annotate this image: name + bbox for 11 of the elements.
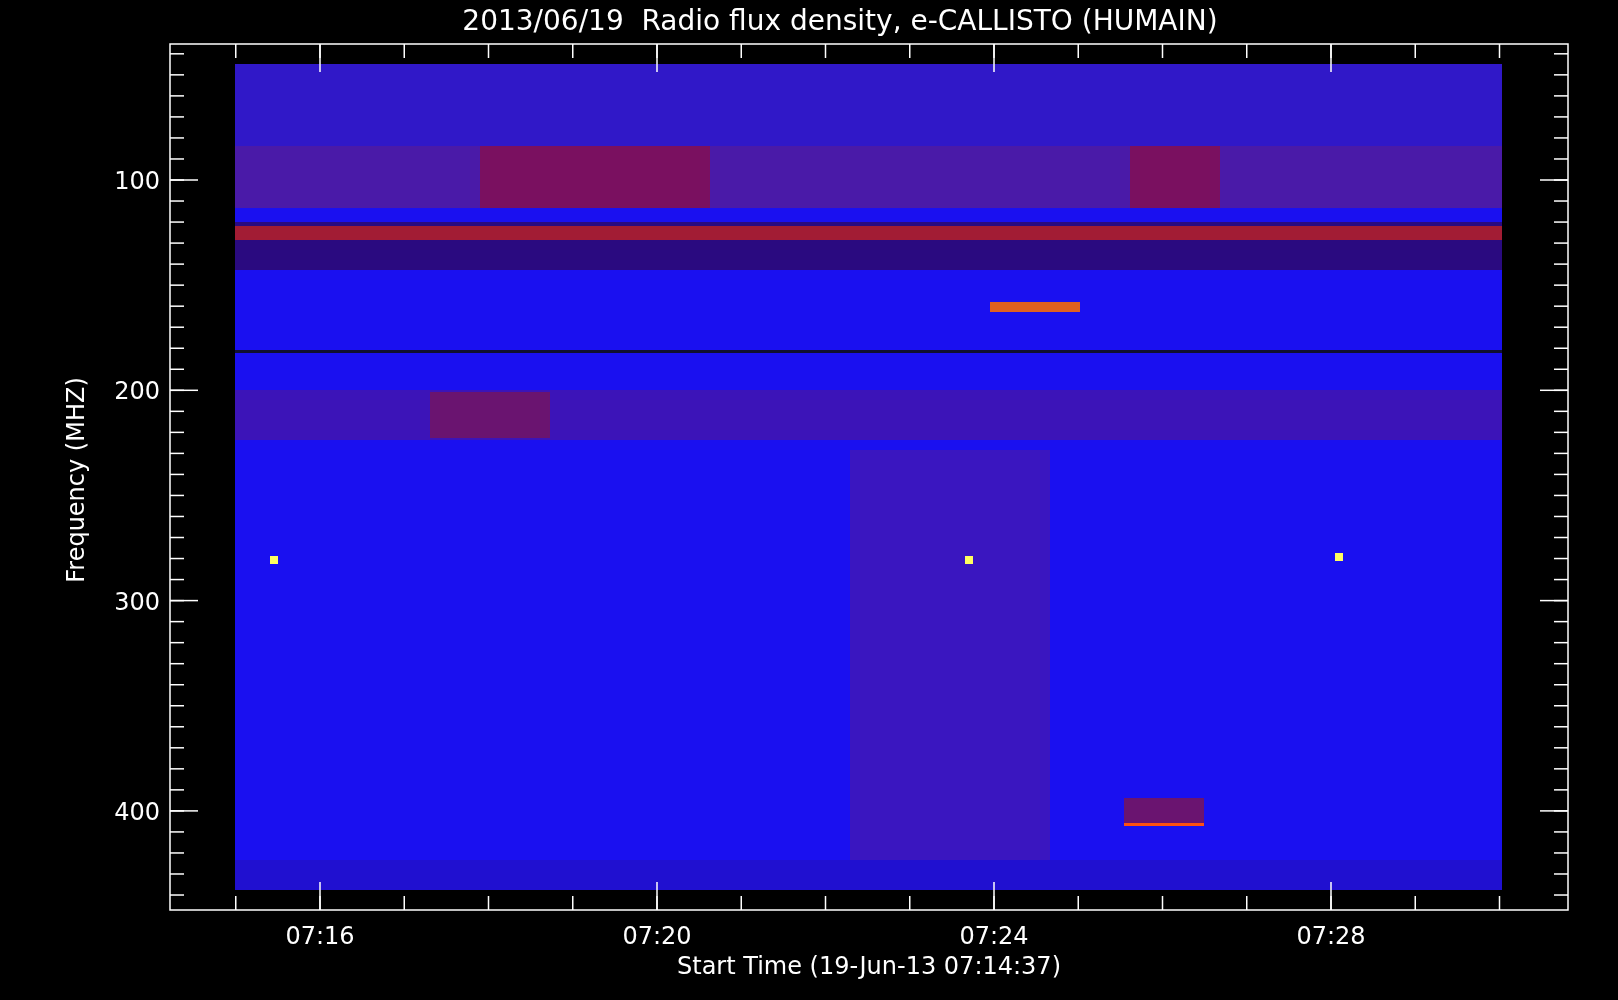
x-tick-label: 07:28 (1296, 922, 1366, 950)
y-tick-label: 200 (114, 377, 160, 406)
chart-title: 2013/06/19 Radio flux density, e-CALLISTO (HUMAIN) (462, 4, 1218, 37)
x-tick-label: 07:20 (622, 922, 692, 950)
y-tick-label: 400 (114, 797, 160, 826)
y-axis-title: Frequency (MHZ) (62, 377, 90, 583)
y-tick-label: 300 (114, 587, 160, 616)
x-tick-label: 07:24 (959, 922, 1029, 950)
y-tick-label: 100 (114, 167, 160, 195)
x-axis-title: Start Time (19-Jun-13 07:14:37) (677, 952, 1061, 980)
x-tick-label: 07:16 (285, 922, 355, 950)
